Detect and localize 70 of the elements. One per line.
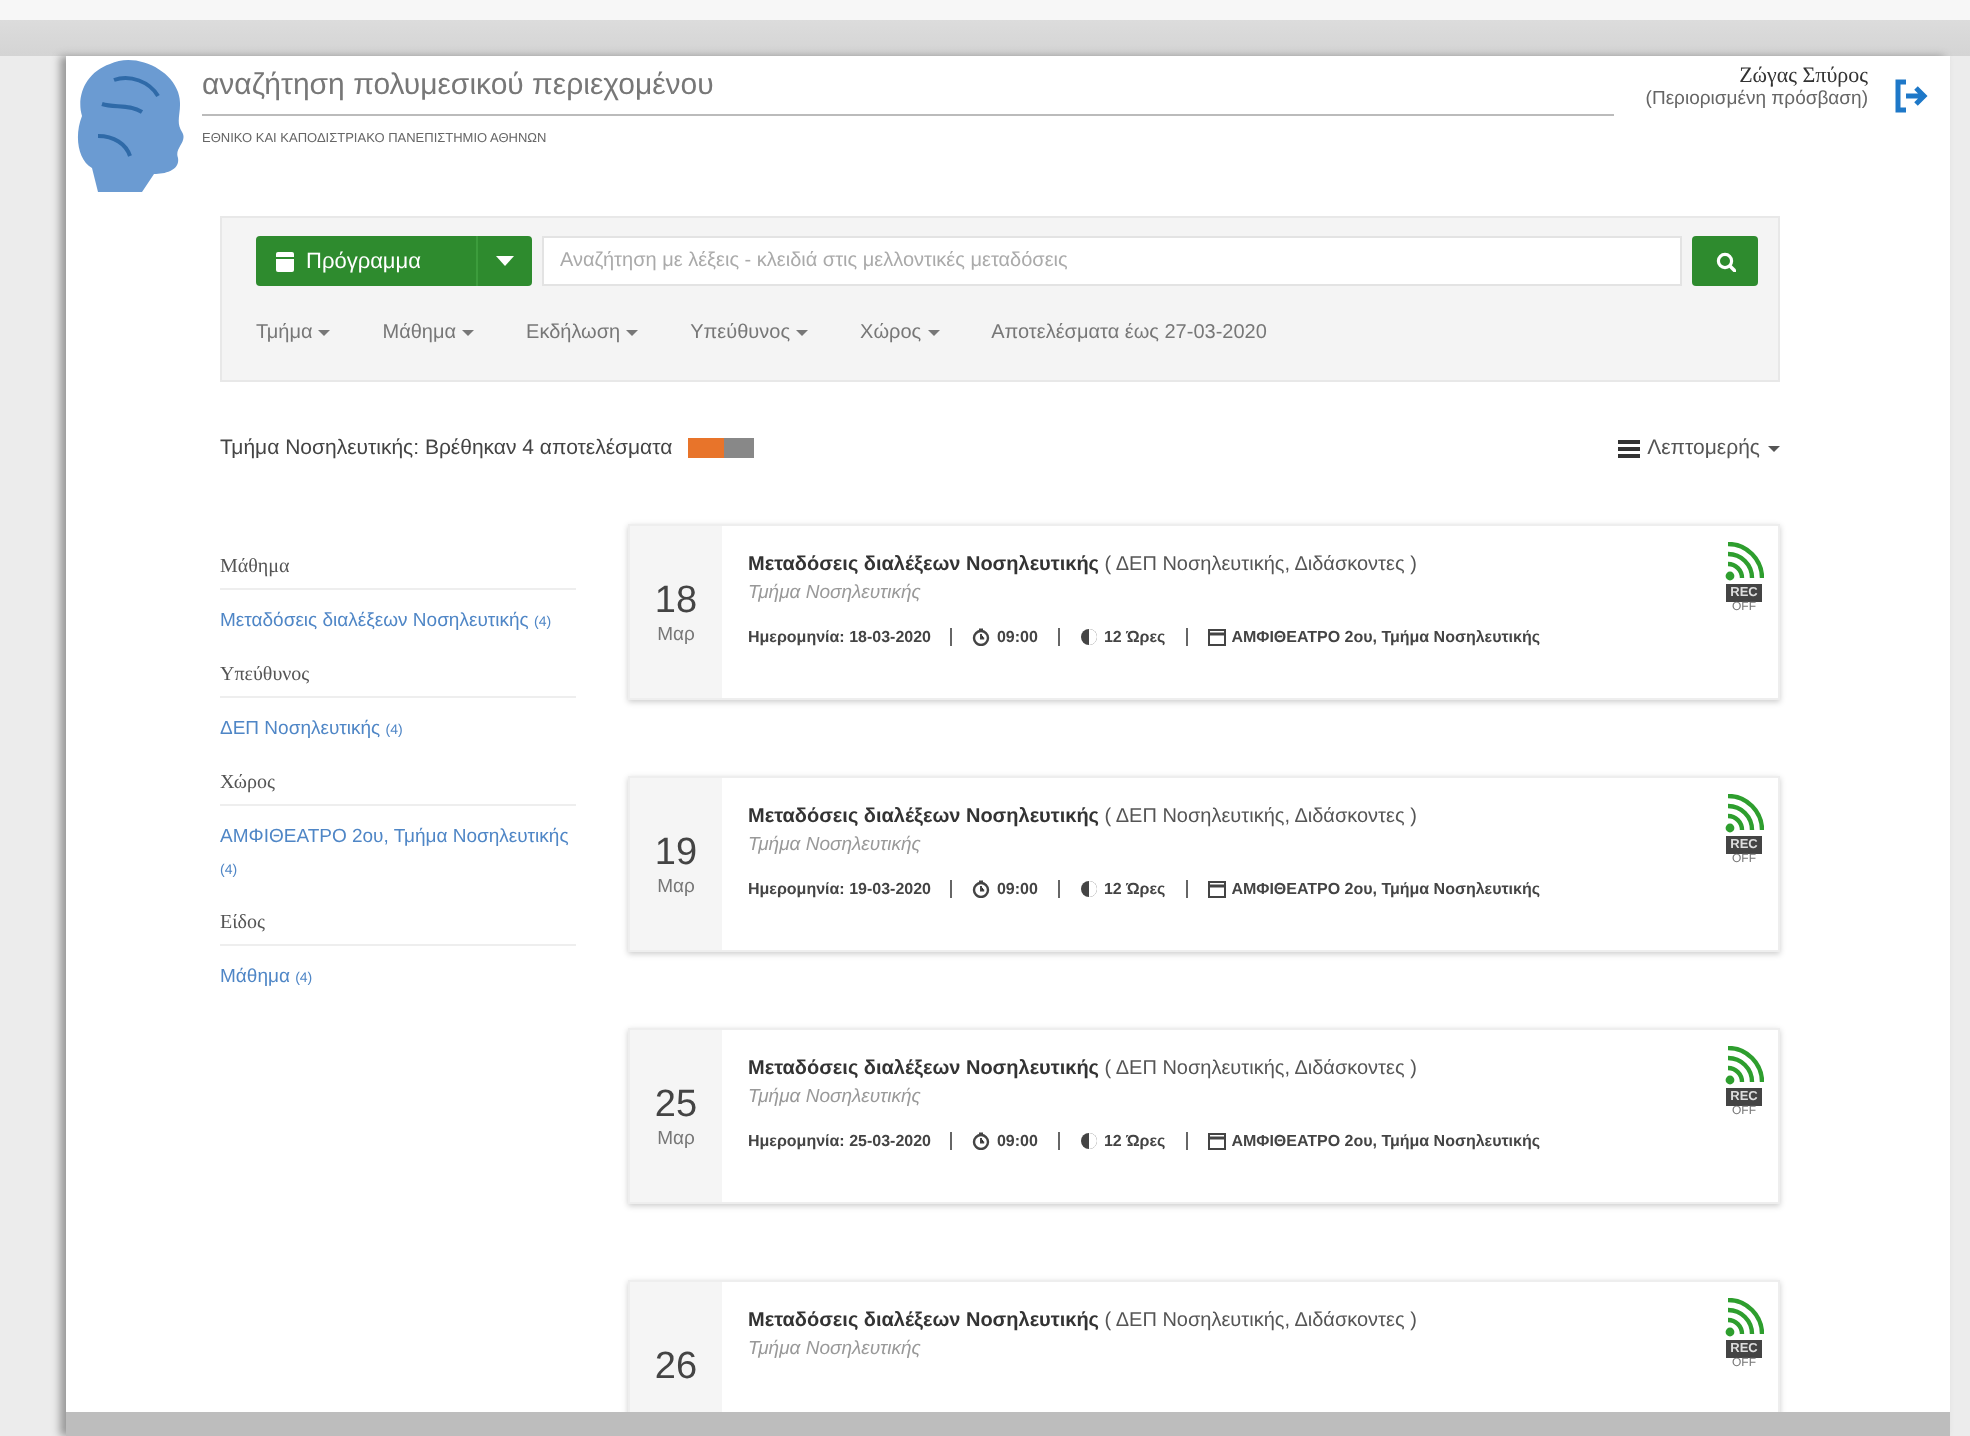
caret-icon xyxy=(626,330,639,336)
caret-icon xyxy=(462,330,475,336)
facet-heading: Είδος xyxy=(220,912,576,946)
event-department: Τμήμα Νοσηλευτικής xyxy=(748,582,923,604)
logout-icon xyxy=(1892,76,1930,116)
event-duration: 12 Ώρες xyxy=(1079,1132,1166,1150)
event-duration: 12 Ώρες xyxy=(1079,880,1166,898)
calendar-icon xyxy=(1207,628,1226,647)
search-button[interactable] xyxy=(1692,236,1758,286)
event-month: Μαρ xyxy=(657,1127,695,1149)
event-day: 19 xyxy=(654,831,698,875)
event-day: 26 xyxy=(654,1346,698,1390)
facet-heading: Χώρος xyxy=(220,772,576,806)
broadcast-icon xyxy=(1724,542,1764,582)
event-date: Ημερομηνία: 19-03-2020 xyxy=(748,880,931,898)
search-field[interactable]: Αναζήτηση με λέξεις - κλειδιά στις μελλοντικές μεταδόσεις xyxy=(542,236,1682,286)
event-day: 25 xyxy=(654,1083,698,1127)
list-icon xyxy=(1617,439,1640,457)
event-month: Μαρ xyxy=(657,623,695,645)
broadcast-icon xyxy=(1724,1298,1764,1338)
stopwatch-icon xyxy=(972,628,991,647)
event-location: ΑΜΦΙΘΕΑΤΡΟ 2ου, Τμήμα Νοσηλευτικής xyxy=(1207,880,1541,898)
date-range-label: Αποτελέσματα έως 27-03-2020 xyxy=(991,322,1267,344)
caret-icon xyxy=(927,330,940,336)
caret-icon xyxy=(496,256,514,266)
search-icon xyxy=(1715,251,1735,271)
schedule-button[interactable]: Πρόγραμμα xyxy=(256,236,476,286)
caret-icon xyxy=(318,330,331,336)
event-time: 09:00 xyxy=(972,880,1038,898)
event-department: Τμήμα Νοσηλευτικής xyxy=(748,834,923,856)
event-title[interactable]: Μεταδόσεις διαλέξεων Νοσηλευτικής ( ΔΕΠ Νοσηλευτικής, Διδάσκοντες ) xyxy=(748,806,1694,828)
event-time: 09:00 xyxy=(972,628,1038,646)
filter-dropdown[interactable]: Χώρος xyxy=(860,322,940,344)
calendar-icon xyxy=(1207,1132,1226,1151)
event-time: 09:00 xyxy=(972,1132,1038,1150)
event-date: Ημερομηνία: 25-03-2020 xyxy=(748,1132,931,1150)
dropdown-toggle[interactable] xyxy=(476,236,532,286)
caret-icon xyxy=(1768,445,1780,451)
stopwatch-icon xyxy=(972,880,991,899)
event-title[interactable]: Μεταδόσεις διαλέξεων Νοσηλευτικής ( ΔΕΠ Νοσηλευτικής, Διδάσκοντες ) xyxy=(748,1058,1694,1080)
filter-dropdown[interactable]: Τμήμα xyxy=(256,322,331,344)
calendar-icon xyxy=(1207,880,1226,899)
filter-dropdown[interactable]: Εκδήλωση xyxy=(526,322,639,344)
half-circle-icon xyxy=(1079,1132,1098,1151)
event-department: Τμήμα Νοσηλευτικής xyxy=(748,1338,923,1360)
event-date: Ημερομηνία: 18-03-2020 xyxy=(748,628,931,646)
filter-dropdown[interactable]: Μάθημα xyxy=(382,322,475,344)
half-circle-icon xyxy=(1079,880,1098,899)
access-level: (Περιορισμένη πρόσβαση) xyxy=(1645,88,1868,110)
half-circle-icon xyxy=(1079,628,1098,647)
broadcast-icon xyxy=(1724,794,1764,834)
event-duration: 12 Ώρες xyxy=(1079,628,1166,646)
facet-heading: Μάθημα xyxy=(220,556,576,590)
caret-icon xyxy=(796,330,809,336)
stopwatch-icon xyxy=(972,1132,991,1151)
facet-heading: Υπεύθυνος xyxy=(220,664,576,698)
filter-dropdown[interactable]: Υπεύθυνος xyxy=(690,322,809,344)
results-summary: Τμήμα Νοσηλευτικής: Βρέθηκαν 4 αποτελέσματα xyxy=(220,436,673,460)
site-title: αναζήτηση πολυμεσικού περιεχομένου xyxy=(202,68,714,106)
user-name: Ζώγας Σπύρος xyxy=(1737,64,1868,88)
event-title[interactable]: Μεταδόσεις διαλέξεων Νοσηλευτικής ( ΔΕΠ Νοσηλευτικής, Διδάσκοντες ) xyxy=(748,554,1694,576)
broadcast-icon xyxy=(1724,1046,1764,1086)
event-title[interactable]: Μεταδόσεις διαλέξεων Νοσηλευτικής ( ΔΕΠ Νοσηλευτικής, Διδάσκοντες ) xyxy=(748,1310,1694,1332)
event-location: ΑΜΦΙΘΕΑΤΡΟ 2ου, Τμήμα Νοσηλευτικής xyxy=(1207,628,1541,646)
event-day: 18 xyxy=(654,579,698,623)
view-menu[interactable]: Λεπτομερής xyxy=(1617,436,1780,460)
event-location: ΑΜΦΙΘΕΑΤΡΟ 2ου, Τμήμα Νοσηλευτικής xyxy=(1207,1132,1541,1150)
event-month: Μαρ xyxy=(657,875,695,897)
event-department: Τμήμα Νοσηλευτικής xyxy=(748,1086,923,1108)
calendar-icon xyxy=(276,251,294,271)
